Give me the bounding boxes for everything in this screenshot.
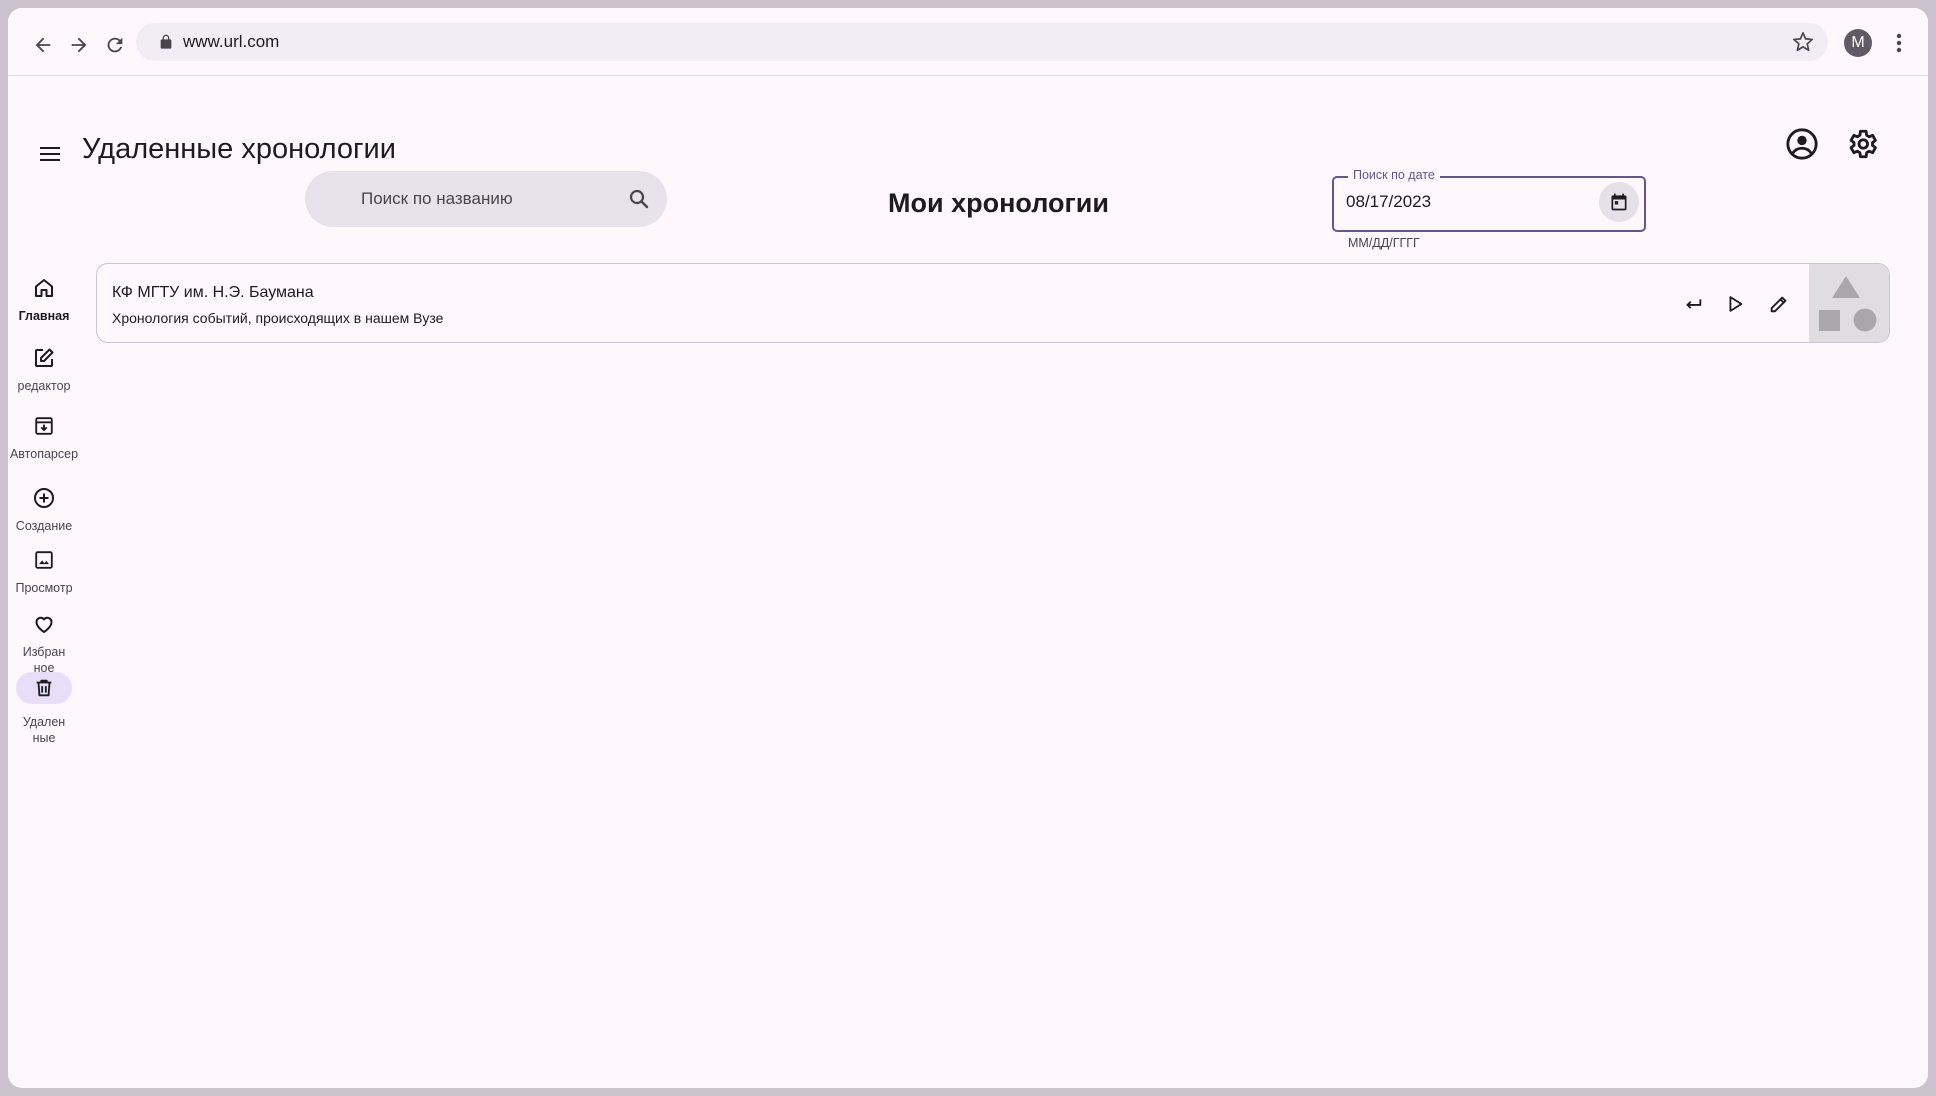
play-icon bbox=[1729, 296, 1743, 312]
pencil-icon bbox=[1770, 296, 1787, 313]
rail-item-autoparser[interactable]: Автопарсер bbox=[8, 410, 80, 462]
rail-icon-container bbox=[16, 482, 72, 514]
url-text: www.url.com bbox=[183, 32, 280, 51]
settings-button[interactable] bbox=[1842, 124, 1882, 164]
lock-icon bbox=[160, 34, 172, 49]
rail-label-view: Просмотр bbox=[15, 581, 73, 595]
hamburger-menu-icon bbox=[40, 147, 60, 161]
timeline-card[interactable]: КФ МГТУ им. Н.Э. Баумана Хронология собы… bbox=[96, 263, 1890, 343]
restore-button[interactable] bbox=[1675, 286, 1711, 322]
undo-return-icon bbox=[1686, 299, 1702, 309]
date-field-value[interactable]: 08/17/2023 bbox=[1346, 192, 1431, 212]
rail-icon-container bbox=[16, 272, 72, 304]
browser-profile-avatar[interactable]: M bbox=[1844, 29, 1872, 57]
browser-toolbar: www.url.com M bbox=[8, 8, 1928, 76]
rail-item-favorites[interactable]: Избран ное bbox=[8, 608, 80, 676]
timeline-thumbnail bbox=[1809, 264, 1889, 342]
back-button[interactable] bbox=[28, 30, 58, 60]
bookmark-star-icon[interactable] bbox=[1792, 31, 1814, 53]
rail-item-create[interactable]: Создание bbox=[8, 482, 80, 534]
more-vertical-icon bbox=[1896, 33, 1902, 53]
page-title: Удаленные хронологии bbox=[82, 133, 396, 165]
forward-button[interactable] bbox=[64, 30, 94, 60]
account-circle-icon bbox=[1786, 128, 1818, 160]
add-circle-icon bbox=[34, 488, 54, 508]
arrow-left-icon bbox=[35, 37, 51, 53]
reload-button[interactable] bbox=[100, 30, 130, 60]
home-icon bbox=[35, 279, 53, 297]
search-placeholder: Поиск по названию bbox=[361, 189, 513, 208]
browser-window: www.url.com M Удаленные хронологии Поиск… bbox=[8, 8, 1928, 1088]
timeline-title: КФ МГТУ им. Н.Э. Баумана bbox=[112, 284, 314, 301]
rail-label-home: Главная bbox=[18, 309, 70, 323]
section-title: Мои хронологии bbox=[888, 188, 1109, 218]
rail-item-view[interactable]: Просмотр bbox=[8, 544, 80, 596]
timeline-description: Хронология событий, происходящих в нашем… bbox=[112, 310, 444, 326]
rail-icon-container bbox=[16, 544, 72, 576]
arrow-right-icon bbox=[71, 37, 87, 53]
rail-icon-container bbox=[16, 608, 72, 640]
trash-icon bbox=[36, 679, 52, 697]
rail-icon-container bbox=[16, 342, 72, 374]
reload-icon bbox=[107, 37, 123, 53]
rail-item-editor[interactable]: редактор bbox=[8, 342, 80, 394]
heart-icon bbox=[35, 616, 53, 633]
address-bar[interactable]: www.url.com bbox=[136, 23, 1828, 61]
image-icon bbox=[35, 551, 53, 569]
play-button[interactable] bbox=[1717, 286, 1753, 322]
edit-icon bbox=[35, 348, 54, 367]
edit-button[interactable] bbox=[1761, 286, 1797, 322]
archive-download-icon bbox=[35, 417, 53, 435]
date-format-hint: ММ/ДД/ГГГГ bbox=[1348, 236, 1420, 250]
rail-item-home[interactable]: Главная bbox=[8, 272, 80, 324]
search-input[interactable]: Поиск по названию bbox=[305, 171, 667, 227]
rail-item-deleted[interactable]: Удален ные bbox=[8, 672, 80, 746]
rail-label-deleted: Удален ные bbox=[22, 715, 66, 745]
search-icon[interactable] bbox=[627, 187, 651, 211]
browser-menu-button[interactable] bbox=[1888, 30, 1910, 56]
account-button[interactable] bbox=[1782, 124, 1822, 164]
rail-label-autoparser: Автопарсер bbox=[9, 447, 79, 461]
shapes-placeholder-icon bbox=[1819, 276, 1877, 332]
rail-active-indicator bbox=[16, 672, 72, 704]
rail-label-editor: редактор bbox=[17, 379, 71, 393]
rail-label-create: Создание bbox=[15, 519, 73, 533]
menu-button[interactable] bbox=[30, 134, 70, 174]
calendar-button[interactable] bbox=[1599, 182, 1639, 222]
rail-icon-container bbox=[16, 410, 72, 442]
date-field-label: Поиск по дате bbox=[1348, 168, 1440, 182]
gear-icon bbox=[1849, 129, 1877, 159]
calendar-icon bbox=[1611, 193, 1627, 211]
